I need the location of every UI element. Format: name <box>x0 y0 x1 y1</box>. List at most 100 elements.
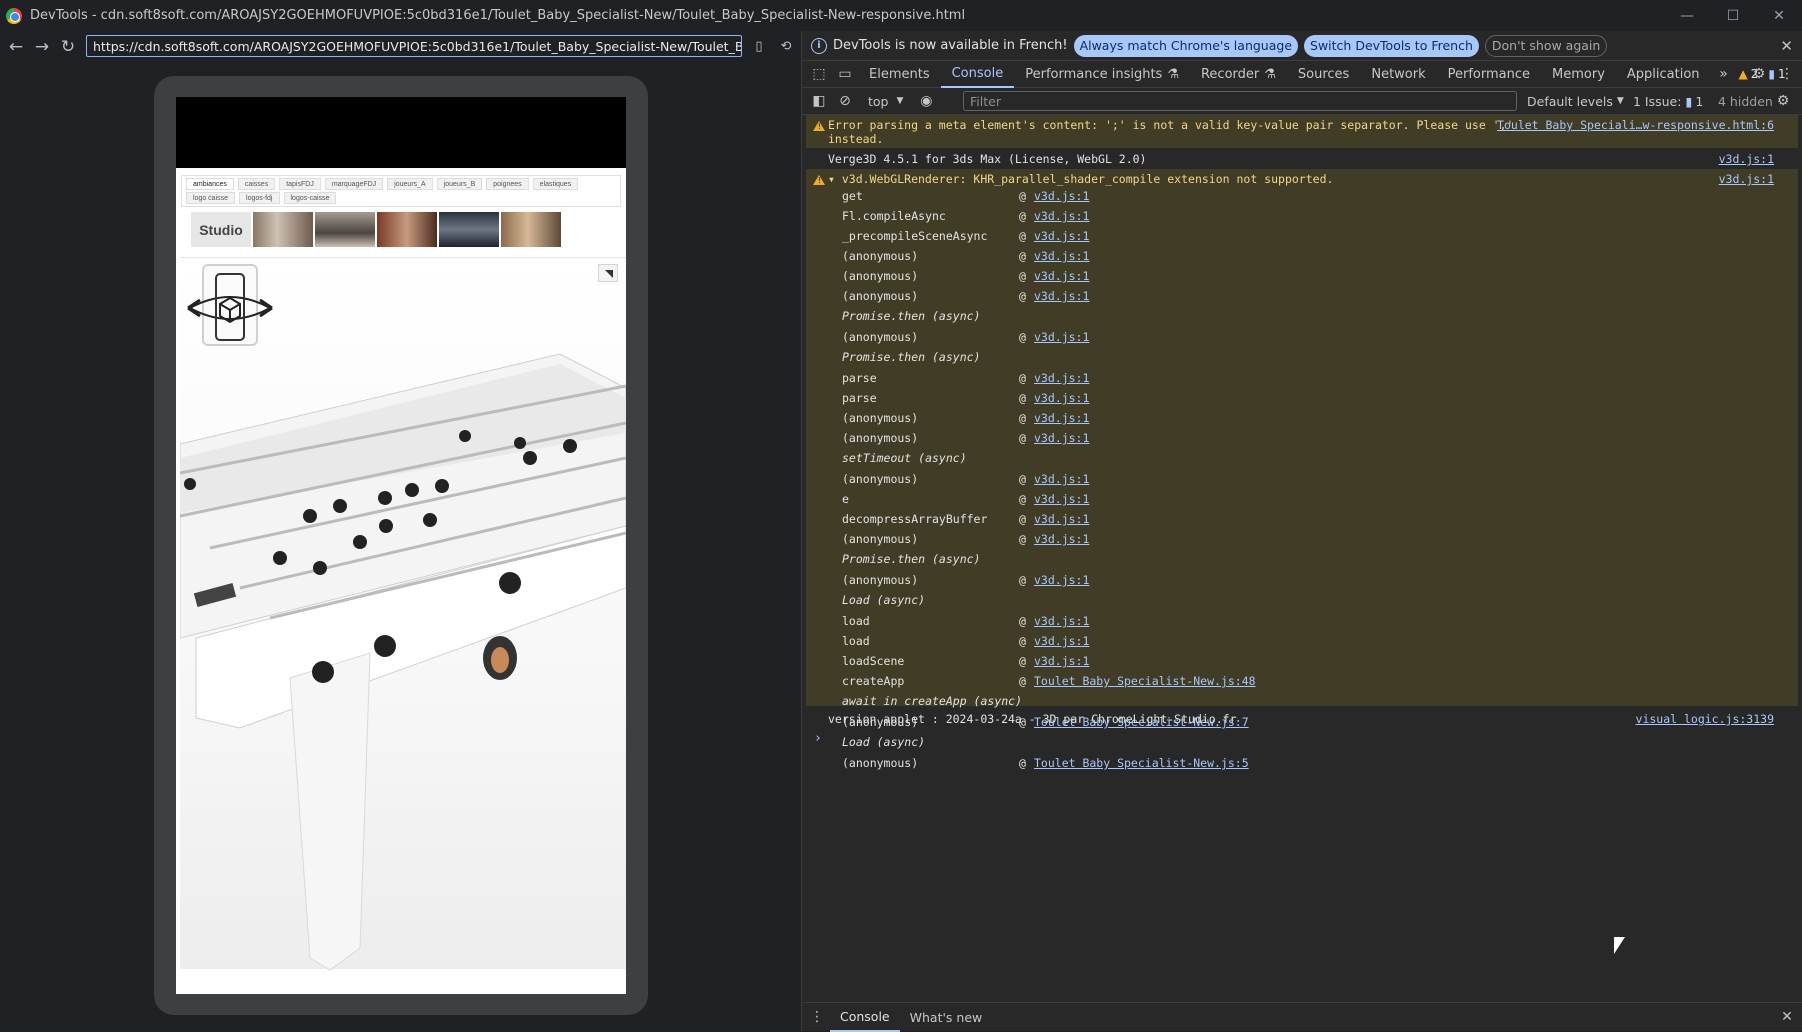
hidden-count: 4 hidden <box>1718 93 1773 109</box>
tab-elements[interactable]: Elements <box>858 61 941 88</box>
drawer-tab-whats-new[interactable]: What's new <box>900 1003 993 1032</box>
ambiance-thumbnail[interactable] <box>253 212 313 247</box>
3d-canvas[interactable] <box>180 257 626 970</box>
tab-logo-caisse[interactable]: logo caisse <box>186 192 236 204</box>
minimize-button[interactable]: — <box>1664 0 1710 31</box>
stack-frame: (anonymous) @ v3d.js:1 <box>806 411 1796 429</box>
sidebar-toggle-icon[interactable]: ◧ <box>806 88 832 114</box>
switch-to-french-button[interactable]: Switch DevTools to French <box>1304 34 1479 57</box>
frame-at: @ <box>1019 289 1026 303</box>
ambiance-thumbnail[interactable] <box>315 212 375 247</box>
levels-value: Default levels <box>1527 93 1613 109</box>
drawer-menu-icon[interactable]: ⋮ <box>804 1004 830 1030</box>
source-link[interactable]: v3d.js:1 <box>1034 411 1089 425</box>
context-selector[interactable]: top ▼ <box>868 94 903 109</box>
reload-icon[interactable]: ↻ <box>55 34 81 60</box>
stack-frame: (anonymous) @ v3d.js:1 <box>806 289 1796 307</box>
close-drawer-icon[interactable]: ✕ <box>1774 1004 1800 1030</box>
match-language-button[interactable]: Always match Chrome's language <box>1073 34 1299 57</box>
source-link[interactable]: v3d.js:1 <box>1034 229 1089 243</box>
tab-network[interactable]: Network <box>1360 61 1436 88</box>
tab-performance-insights[interactable]: Performance insights ⚗ <box>1014 61 1190 88</box>
source-link[interactable]: v3d.js:1 <box>1719 172 1774 186</box>
source-link[interactable]: v3d.js:1 <box>1034 209 1089 223</box>
frame-at: @ <box>1019 229 1026 243</box>
page-header-black <box>176 97 626 168</box>
frame-function: createApp <box>842 674 905 688</box>
mouse-icon[interactable]: ▯ <box>750 37 768 55</box>
ambiance-thumbnail[interactable] <box>439 212 499 247</box>
clear-console-icon[interactable]: ⊘ <box>832 88 858 114</box>
tab-marquagefdj[interactable]: marquageFDJ <box>324 178 384 190</box>
close-window-button[interactable]: ✕ <box>1756 0 1802 31</box>
source-link[interactable]: v3d.js:1 <box>1034 431 1089 445</box>
console-warning: Error parsing a meta element's content: … <box>806 115 1798 148</box>
tab-poignees[interactable]: poignees <box>486 178 529 190</box>
source-link[interactable]: Toulet Baby Speciali…w-responsive.html:6 <box>1497 118 1774 132</box>
kebab-menu-icon[interactable]: ⋮ <box>1774 61 1800 87</box>
source-link[interactable]: v3d.js:1 <box>1034 249 1089 263</box>
infobar-message: DevTools is now available in French! <box>833 38 1068 53</box>
close-icon[interactable]: ✕ <box>1780 37 1793 55</box>
source-link[interactable]: v3d.js:1 <box>1719 152 1774 166</box>
dont-show-again-button[interactable]: Don't show again <box>1484 34 1608 57</box>
mouse-cursor-icon <box>1614 937 1625 954</box>
tab-application[interactable]: Application <box>1616 61 1711 88</box>
source-link[interactable]: v3d.js:1 <box>1034 512 1089 526</box>
rotate-device-icon[interactable]: ⟲ <box>777 37 795 55</box>
drawer-tab-console[interactable]: Console <box>830 1003 900 1032</box>
tab-joueurs-a[interactable]: joueurs_A <box>387 178 433 190</box>
log-levels-dropdown[interactable]: Default levels ▼ <box>1527 94 1624 109</box>
eye-icon[interactable]: ◉ <box>913 88 939 114</box>
tab-logos-caisse[interactable]: logos-caisse <box>283 192 337 204</box>
back-arrow-icon[interactable]: ← <box>3 34 29 60</box>
source-link[interactable]: v3d.js:1 <box>1034 573 1089 587</box>
inspect-element-icon[interactable]: ⬚ <box>806 61 832 87</box>
tab-ambiances[interactable]: ambiances <box>186 178 234 190</box>
source-link[interactable]: v3d.js:1 <box>1034 391 1089 405</box>
source-link[interactable]: v3d.js:1 <box>1034 289 1089 303</box>
console-filter-input[interactable]: Filter <box>963 91 1517 111</box>
device-toolbar-icon[interactable]: ▭ <box>832 61 858 87</box>
tab-tapisfdj[interactable]: tapisFDJ <box>279 178 321 190</box>
tab-recorder[interactable]: Recorder ⚗ <box>1190 61 1287 88</box>
tab-memory[interactable]: Memory <box>1541 61 1616 88</box>
source-link[interactable]: v3d.js:1 <box>1034 330 1089 344</box>
source-link[interactable]: visual logic.js:3139 <box>1636 712 1774 726</box>
console-settings-icon[interactable]: ⚙ <box>1770 88 1796 114</box>
devtools-tabbar: ⬚ ▭ Elements Console Performance insight… <box>802 61 1802 88</box>
console-prompt[interactable]: › <box>814 731 822 746</box>
ambiance-thumbnail[interactable] <box>377 212 437 247</box>
tab-caisses[interactable]: caisses <box>237 178 276 190</box>
source-link[interactable]: v3d.js:1 <box>1034 634 1089 648</box>
source-link[interactable]: Toulet Baby Specialist-New.js:5 <box>1034 756 1249 770</box>
studio-thumbnail[interactable]: Studio <box>191 212 251 247</box>
url-input[interactable]: https://cdn.soft8soft.com/AROAJSY2GOEHMO… <box>86 35 742 57</box>
tab-console[interactable]: Console <box>940 61 1015 88</box>
source-link[interactable]: v3d.js:1 <box>1034 654 1089 668</box>
source-link[interactable]: v3d.js:1 <box>1034 532 1089 546</box>
maximize-button[interactable]: ☐ <box>1710 0 1756 31</box>
source-link[interactable]: v3d.js:1 <box>1034 189 1089 203</box>
ambiance-thumbnail[interactable] <box>501 212 561 247</box>
tab-performance[interactable]: Performance <box>1437 61 1541 88</box>
console-warning[interactable]: ▾ v3d.WebGLRenderer: KHR_parallel_shader… <box>806 169 1798 770</box>
source-link[interactable]: v3d.js:1 <box>1034 472 1089 486</box>
device-screen: ambiances caisses tapisFDJ marquageFDJ j… <box>176 97 626 994</box>
source-link[interactable]: Toulet Baby Specialist-New.js:48 <box>1034 674 1256 688</box>
source-link[interactable]: v3d.js:1 <box>1034 492 1089 506</box>
frame-at: @ <box>1019 674 1026 688</box>
source-link[interactable]: v3d.js:1 <box>1034 614 1089 628</box>
stack-frame: load @ v3d.js:1 <box>806 634 1796 652</box>
async-boundary: Promise.then (async) <box>806 350 1796 368</box>
issues-button[interactable]: 1 Issue: ▮ 1 <box>1633 94 1703 109</box>
more-tabs-icon[interactable]: » <box>1711 61 1737 87</box>
tab-elastiques[interactable]: elastiques <box>532 178 579 190</box>
forward-arrow-icon[interactable]: → <box>29 34 55 60</box>
settings-gear-icon[interactable]: ⚙ <box>1746 61 1772 87</box>
tab-joueurs-b[interactable]: joueurs_B <box>436 178 483 190</box>
tab-logos-fdj[interactable]: logos-fdj <box>239 192 280 204</box>
source-link[interactable]: v3d.js:1 <box>1034 269 1089 283</box>
tab-sources[interactable]: Sources <box>1287 61 1360 88</box>
source-link[interactable]: v3d.js:1 <box>1034 371 1089 385</box>
